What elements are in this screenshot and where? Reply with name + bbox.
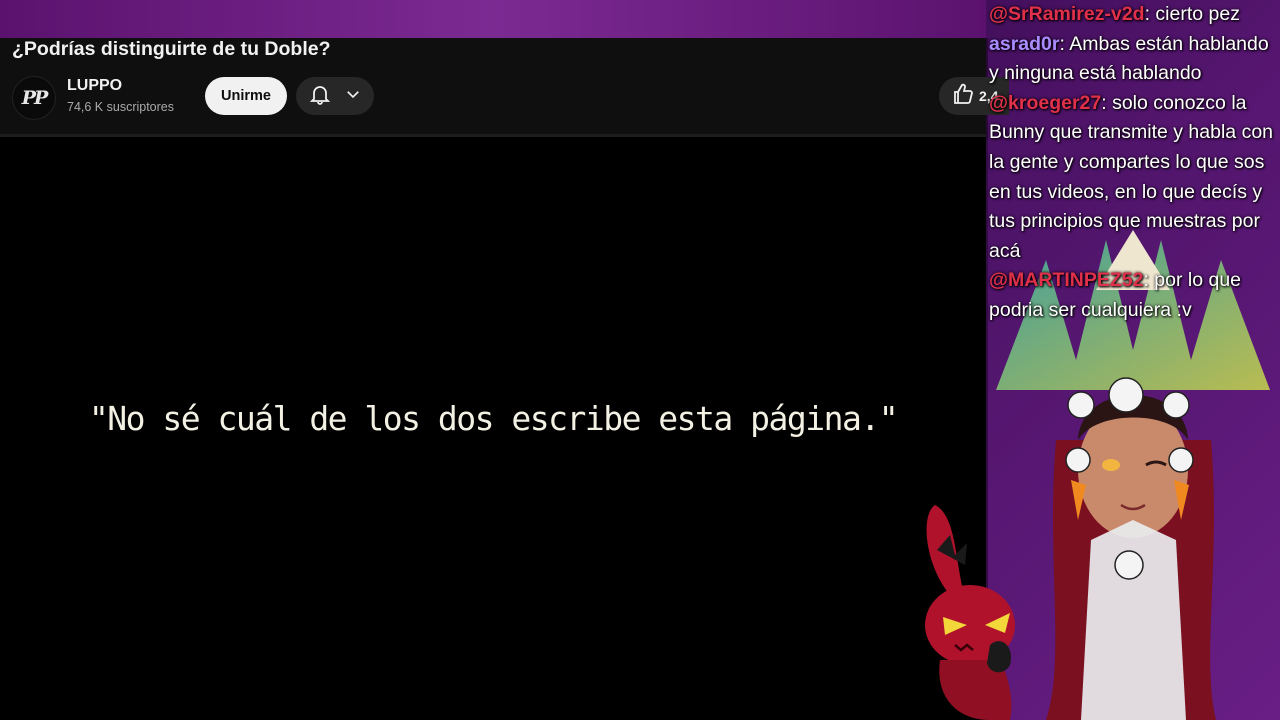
chat-message: asrad0r: Ambas están hablando y ninguna … [989,30,1280,89]
channel-name[interactable]: LUPPO [67,77,122,95]
chat-text: : cierto pez [1144,3,1240,25]
chat-overlay: @SrRamirez-v2d: cierto pez asrad0r: Ambas… [989,0,1280,390]
video-caption-text: "No sé cuál de los dos escribe esta pági… [88,399,899,438]
chat-message: @kroeger27: solo conozco la Bunny que tr… [989,89,1280,267]
chat-message: @MARTINPEZ52: por lo que podria ser cual… [989,266,1280,325]
thumbs-up-icon [951,82,975,111]
chat-username: asrad0r [989,32,1060,55]
chat-username: @SrRamirez-v2d [989,3,1145,25]
channel-row: PP LUPPO 74,6 K suscriptores Unirme 2,4 [12,76,1009,120]
subscriber-count: 74,6 K suscriptores [67,100,174,114]
mascot-bunny-art [925,505,1015,720]
bell-icon [308,82,332,111]
video-player[interactable]: "No sé cuál de los dos escribe esta pági… [0,137,986,720]
join-button[interactable]: Unirme [205,77,287,115]
chat-username: @kroeger27 [989,91,1102,114]
chevron-down-icon [344,85,362,108]
chat-message: @SrRamirez-v2d: cierto pez [989,0,1280,30]
channel-avatar[interactable]: PP [12,76,56,120]
notification-button[interactable] [296,77,374,115]
stream-top-strip [0,0,986,38]
chat-text: : solo conozco la Bunny que transmite y … [989,91,1274,262]
avatar-logo-text: PP [21,87,49,109]
chat-username: @MARTINPEZ52 [989,269,1144,292]
video-title: ¿Podrías distinguirte de tu Doble? [12,38,331,60]
youtube-panel: ¿Podrías distinguirte de tu Doble? PP LU… [0,38,1009,720]
